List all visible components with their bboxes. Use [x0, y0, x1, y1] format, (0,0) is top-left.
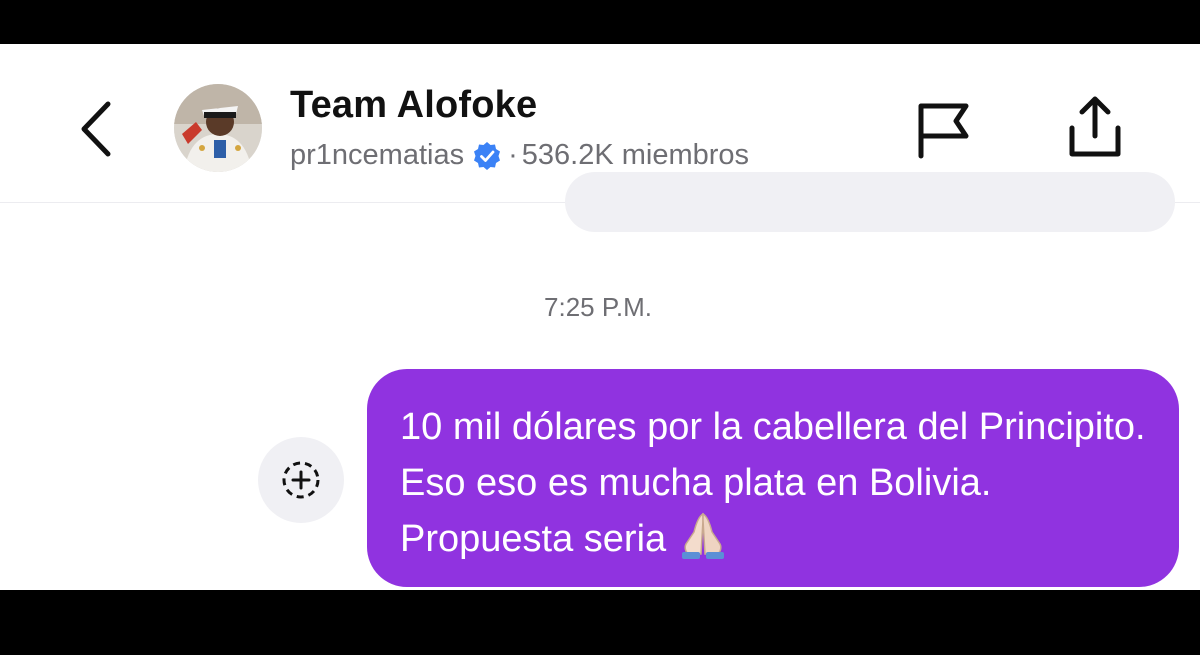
- message-bubble[interactable]: 10 mil dólares por la cabellera del Prin…: [367, 369, 1179, 587]
- avatar-image: [174, 84, 262, 172]
- member-count: 536.2K miembros: [521, 139, 750, 171]
- share-button[interactable]: [1060, 94, 1130, 160]
- group-subtitle: pr1ncematias · 536.2K miembros: [290, 139, 749, 172]
- back-button[interactable]: [70, 94, 124, 164]
- add-reaction-icon: [282, 461, 320, 499]
- message-timestamp: 7:25 P.M.: [544, 292, 652, 322]
- owner-username[interactable]: pr1ncematias: [290, 139, 464, 172]
- message-text: 10 mil dólares por la cabellera del Prin…: [400, 406, 1146, 560]
- chat-screen: Team Alofoke pr1ncematias · 536.2K miemb…: [0, 44, 1200, 590]
- folded-hands-emoji: [682, 512, 725, 559]
- group-title: Team Alofoke: [290, 84, 538, 126]
- add-reaction-button[interactable]: [258, 437, 344, 523]
- share-icon: [1069, 96, 1121, 157]
- report-button[interactable]: [912, 96, 974, 162]
- avatar[interactable]: [174, 84, 262, 172]
- flag-icon: [918, 103, 969, 159]
- previous-message-bubble[interactable]: [565, 172, 1175, 232]
- chevron-left-icon: [81, 101, 111, 157]
- verified-badge-icon: [474, 141, 501, 170]
- separator-dot: ·: [508, 139, 518, 171]
